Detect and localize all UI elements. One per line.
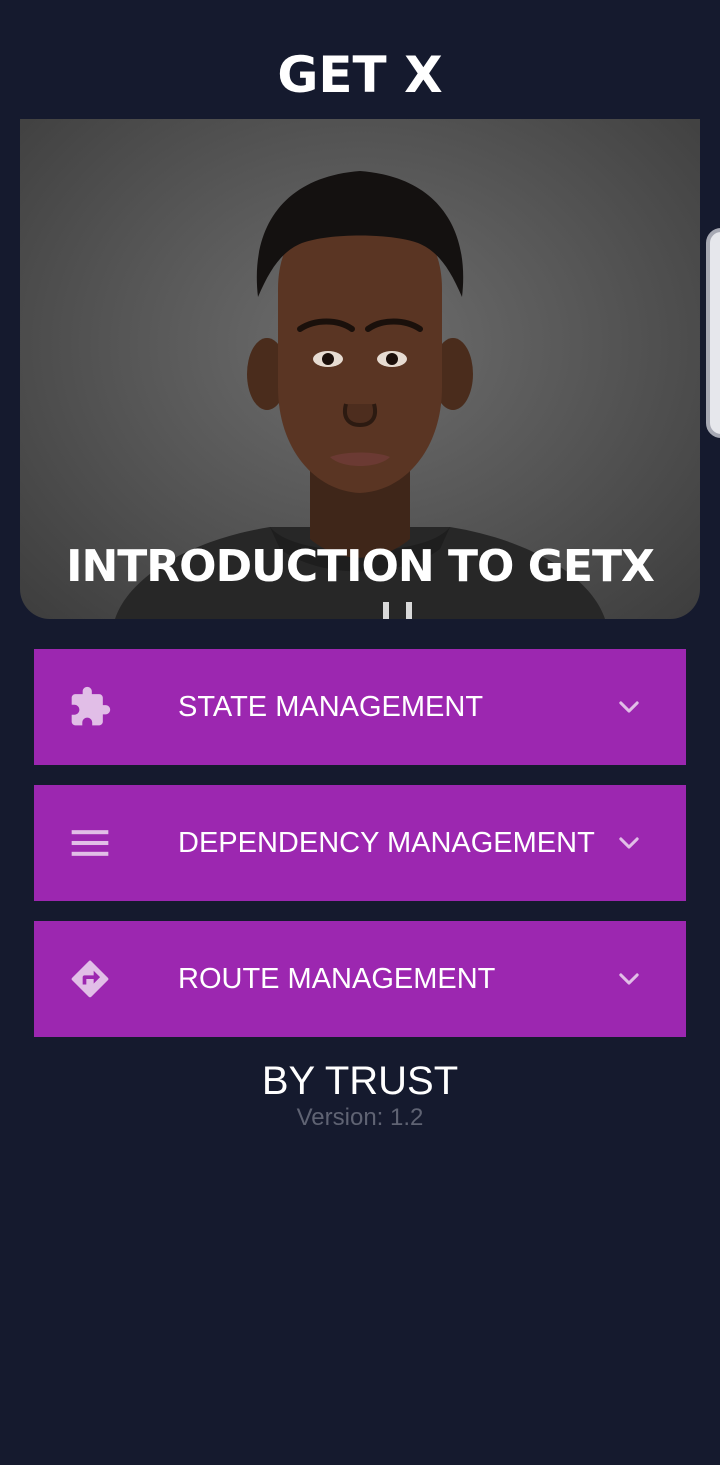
expansion-menu: STATE MANAGEMENT DEPENDENCY MANAGEMENT R… bbox=[34, 649, 686, 1057]
footer-author: BY TRUST bbox=[261, 1059, 459, 1103]
footer-version: Version: 1.2 bbox=[296, 1104, 424, 1131]
state-management-tile[interactable]: STATE MANAGEMENT bbox=[34, 649, 686, 765]
chevron-down-icon[interactable] bbox=[614, 829, 644, 857]
chevron-down-icon[interactable] bbox=[614, 693, 644, 721]
route-management-tile[interactable]: ROUTE MANAGEMENT bbox=[34, 921, 686, 1037]
directions-icon bbox=[71, 960, 109, 998]
chevron-down-icon[interactable] bbox=[614, 965, 644, 993]
side-panel-handle[interactable] bbox=[706, 228, 720, 438]
hero-banner[interactable]: INTRODUCTION TO GETX bbox=[20, 119, 700, 619]
app-title: GET X bbox=[277, 46, 443, 104]
dependency-management-tile[interactable]: DEPENDENCY MANAGEMENT bbox=[34, 785, 686, 901]
dependency-management-label: DEPENDENCY MANAGEMENT bbox=[178, 827, 595, 859]
hero-caption: INTRODUCTION TO GETX bbox=[66, 541, 655, 592]
route-management-label: ROUTE MANAGEMENT bbox=[178, 963, 496, 995]
puzzle-icon bbox=[71, 686, 111, 726]
menu-lines-icon bbox=[71, 830, 109, 856]
state-management-label: STATE MANAGEMENT bbox=[178, 691, 484, 723]
